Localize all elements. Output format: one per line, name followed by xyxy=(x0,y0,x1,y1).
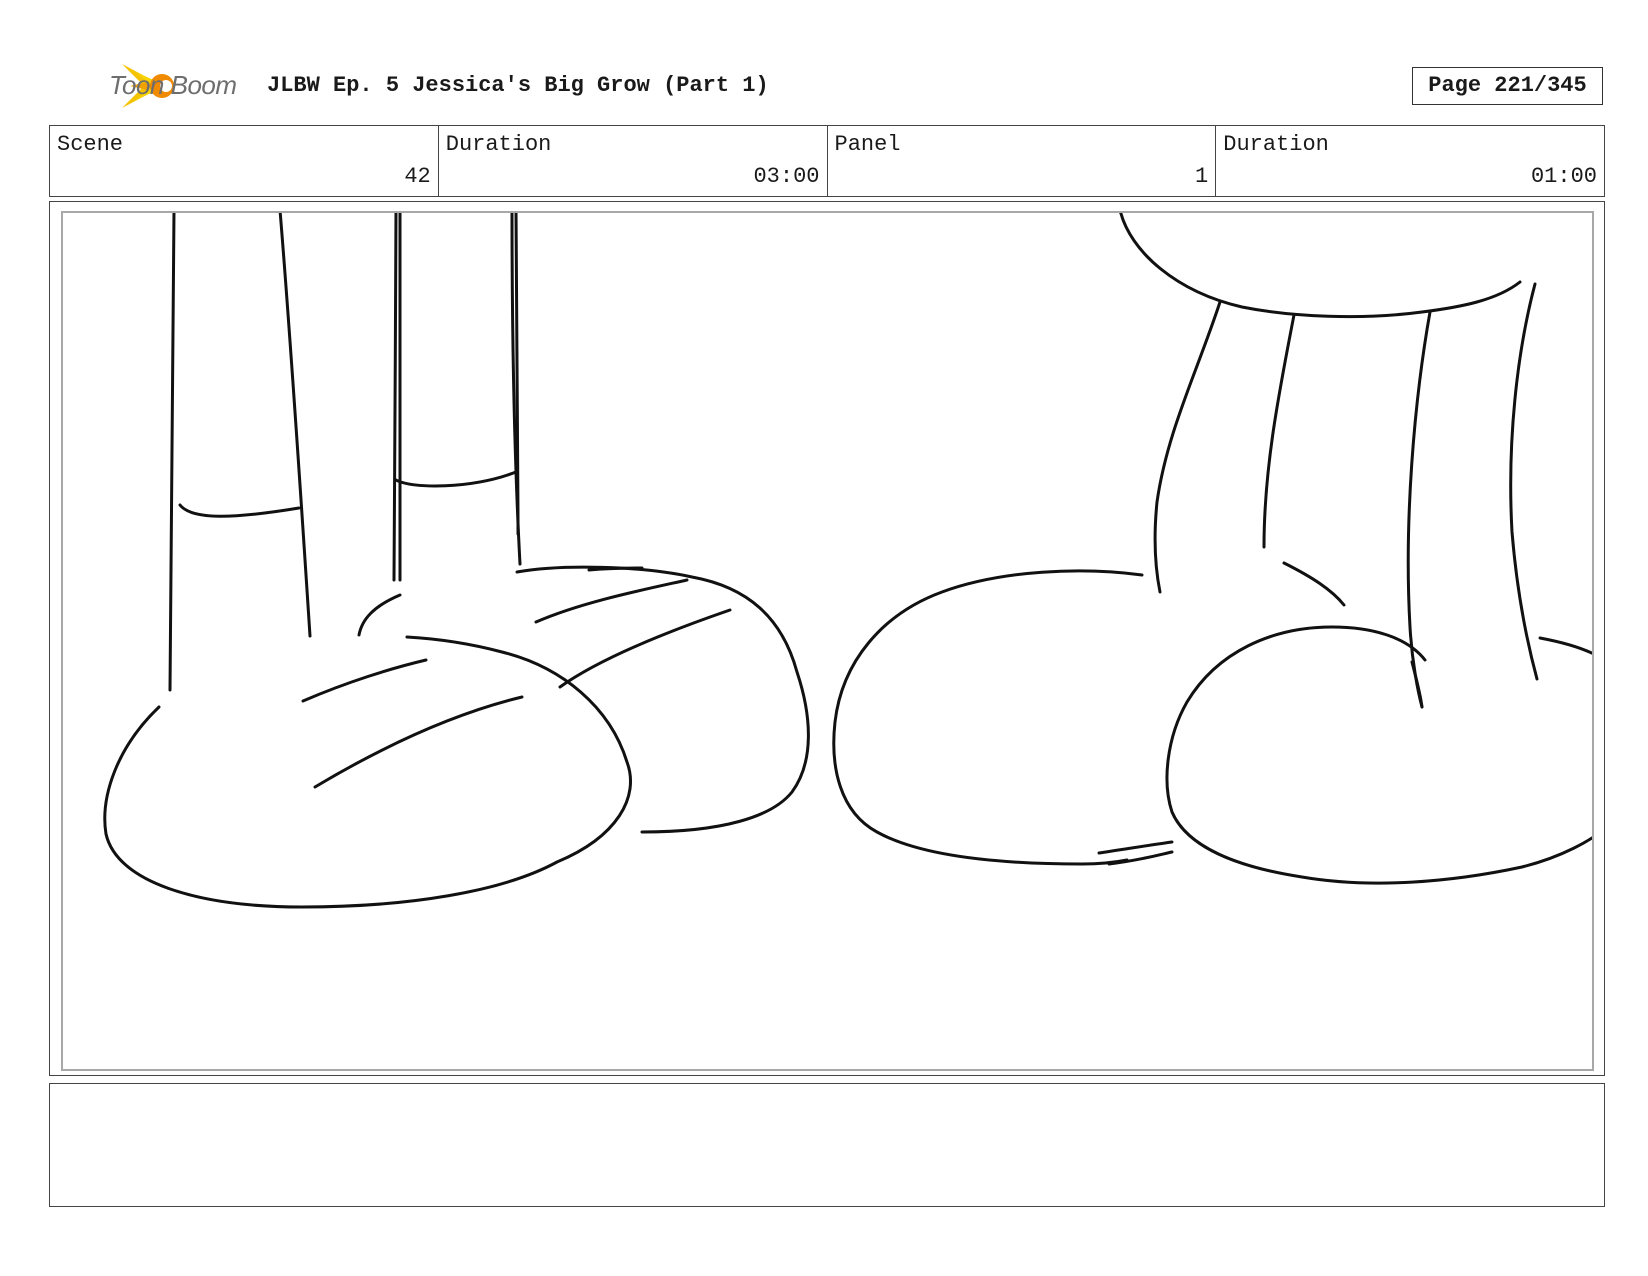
left-leg-back-outer xyxy=(168,213,176,692)
scene-number: 42 xyxy=(404,164,431,189)
left-foot-front-heel xyxy=(357,593,402,637)
panel-label: Panel xyxy=(834,132,901,157)
scene-info-row: Scene 42 Duration 03:00 Panel 1 Duration… xyxy=(49,125,1605,197)
right-leg-back-outer xyxy=(1153,300,1222,594)
panel-number: 1 xyxy=(1195,164,1209,189)
left-front-sock-cuff xyxy=(394,470,518,488)
right-foot-back xyxy=(832,569,1144,866)
left-foot-front xyxy=(515,565,810,834)
left-foot-back-crease-2 xyxy=(313,695,524,789)
right-foot-front-toe xyxy=(1538,636,1592,655)
panel-duration-cell: Duration 01:00 xyxy=(1216,126,1604,196)
page-indicator: Page 221/345 xyxy=(1412,67,1603,105)
right-leg-front-inner xyxy=(1509,282,1539,681)
left-leg-back-inner xyxy=(278,213,312,638)
scene-duration-value: 03:00 xyxy=(753,164,820,189)
left-foot-front-crease-1 xyxy=(534,578,689,624)
left-sock-cuff xyxy=(178,503,301,518)
logo-wordmark: Toon Boom xyxy=(109,70,237,100)
storyboard-panel xyxy=(61,211,1594,1071)
right-leg-front-heel-stroke xyxy=(1410,660,1424,709)
left-foot-back-crease-1 xyxy=(301,658,428,703)
scene-label: Scene xyxy=(57,132,124,157)
right-foot-back-sole-2 xyxy=(1107,850,1174,866)
panel-duration-label: Duration xyxy=(1223,132,1329,157)
right-body-bottom xyxy=(1119,213,1522,319)
scene-duration-label: Duration xyxy=(445,132,552,157)
panel-notes-box xyxy=(49,1083,1605,1207)
left-foot-front-crease-2 xyxy=(558,608,732,689)
scene-duration-cell: Duration 03:00 xyxy=(439,126,828,196)
right-foot-front xyxy=(1165,625,1592,885)
panel-cell: Panel 1 xyxy=(828,126,1217,196)
right-foot-back-sole-1 xyxy=(1097,840,1174,855)
panel-sketch xyxy=(103,213,1592,909)
left-leg-front-outer-a xyxy=(392,213,398,582)
document-title: JLBW Ep. 5 Jessica's Big Grow (Part 1) xyxy=(267,73,769,98)
right-foot-back-crease xyxy=(1282,561,1346,607)
right-leg-back-inner xyxy=(1262,313,1296,549)
scene-cell: Scene 42 xyxy=(50,126,439,196)
panel-duration-value: 01:00 xyxy=(1530,164,1597,189)
